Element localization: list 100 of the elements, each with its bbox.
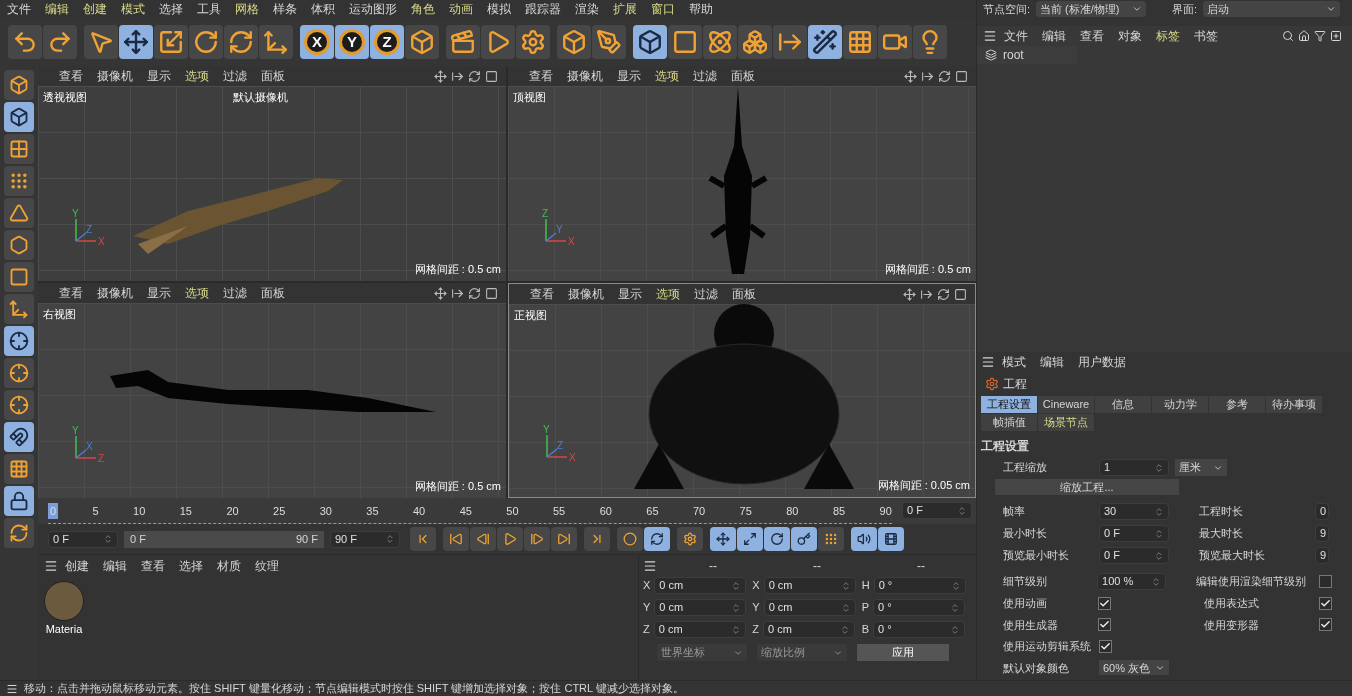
filter-icon[interactable] [1314, 30, 1326, 42]
number-field[interactable]: 0 F [1099, 547, 1169, 564]
axis-button[interactable] [259, 25, 293, 59]
menu-item[interactable]: 创建 [76, 0, 114, 18]
next-frame-button[interactable] [524, 527, 550, 551]
film-button[interactable] [878, 527, 904, 551]
tab[interactable]: 参考 [1209, 396, 1265, 413]
number-field[interactable]: 30 [1099, 503, 1169, 520]
checkbox[interactable] [1319, 596, 1332, 610]
menu-item[interactable]: 选项 [178, 67, 216, 85]
plane-sync-button[interactable] [4, 518, 34, 548]
tab[interactable]: 动力学 [1152, 396, 1208, 413]
clapperboard-button[interactable] [446, 25, 480, 59]
menu-item[interactable]: 创建 [58, 557, 96, 575]
atom-array-button[interactable] [703, 25, 737, 59]
coordinate-field[interactable]: 0 ° [873, 621, 966, 638]
menu-item[interactable]: 摄像机 [561, 285, 611, 303]
home-icon[interactable] [1298, 30, 1310, 42]
menu-item[interactable]: 过滤 [687, 285, 725, 303]
snap-button[interactable] [4, 390, 34, 420]
coordinate-field[interactable]: 0 cm [654, 577, 747, 594]
menu-icon[interactable] [6, 682, 18, 695]
tab[interactable]: Cineware [1038, 396, 1094, 413]
menu-item[interactable]: 文件 [0, 0, 38, 18]
keyframe-settings-button[interactable] [677, 527, 703, 551]
menu-item[interactable]: 运动图形 [342, 0, 404, 18]
axis-lock-button[interactable]: Z [370, 25, 404, 59]
menu-item[interactable]: 对象 [1111, 27, 1149, 45]
checkbox[interactable] [1098, 618, 1112, 632]
number-field[interactable]: 0 [1315, 503, 1329, 520]
checkbox[interactable] [1319, 575, 1332, 588]
menu-item[interactable]: 编辑 [1035, 27, 1073, 45]
menu-item[interactable]: 选择 [172, 557, 210, 575]
model-mode-button[interactable] [4, 102, 34, 132]
coordinate-field[interactable]: 0 cm [763, 577, 856, 594]
next-key-button[interactable] [551, 527, 577, 551]
object-row[interactable]: root [977, 46, 1077, 64]
maximize-view-icon[interactable] [954, 287, 967, 301]
light-bulb-button[interactable] [913, 25, 947, 59]
workplane-button[interactable] [4, 454, 34, 484]
menu-item[interactable]: 摄像机 [90, 67, 140, 85]
bracket-arrow-button[interactable] [773, 25, 807, 59]
menu-item[interactable]: 角色 [404, 0, 442, 18]
menu-item[interactable]: 材质 [210, 557, 248, 575]
menu-item[interactable]: 选择 [152, 0, 190, 18]
color-dropdown[interactable]: 60% 灰色 [1099, 660, 1169, 676]
maximize-view-icon[interactable] [955, 69, 968, 83]
pan-icon[interactable] [903, 287, 916, 301]
coordinate-mode-dropdown[interactable]: 世界坐标 [657, 644, 747, 661]
checkbox[interactable] [1098, 596, 1112, 610]
orbit-icon[interactable] [468, 69, 481, 83]
pan-icon[interactable] [904, 69, 917, 83]
menu-item[interactable]: 网格 [228, 0, 266, 18]
tab[interactable]: 帧插值 [981, 414, 1037, 431]
menu-item[interactable]: 选项 [649, 285, 687, 303]
key-rotate-button[interactable] [764, 527, 790, 551]
number-field[interactable]: 100 % [1097, 573, 1166, 590]
orbit-icon[interactable] [938, 69, 951, 83]
unit-dropdown[interactable]: 厘米 [1175, 459, 1227, 476]
coordinate-field[interactable]: 0 cm [763, 621, 856, 638]
menu-item[interactable]: 面板 [725, 285, 763, 303]
key-points-button[interactable] [818, 527, 844, 551]
menu-item[interactable]: 显示 [140, 67, 178, 85]
render-button[interactable] [481, 25, 515, 59]
new-window-icon[interactable] [1330, 30, 1342, 42]
menu-item[interactable]: 过滤 [216, 284, 254, 302]
uv-mode-button[interactable] [4, 262, 34, 292]
edges-mode-button[interactable] [4, 198, 34, 228]
tab[interactable]: 待办事项 [1266, 396, 1322, 413]
camera-button[interactable] [878, 25, 912, 59]
menu-item[interactable]: 过滤 [686, 67, 724, 85]
scale-button[interactable] [154, 25, 188, 59]
tab[interactable]: 信息 [1095, 396, 1151, 413]
axis-button[interactable] [4, 294, 34, 324]
tab[interactable]: 工程设置 [981, 396, 1037, 413]
dolly-icon[interactable] [451, 286, 464, 300]
menu-item[interactable]: 摄像机 [90, 284, 140, 302]
snap-button[interactable] [4, 326, 34, 356]
menu-item[interactable]: 编辑 [96, 557, 134, 575]
menu-item[interactable]: 标签 [1149, 27, 1187, 45]
magnet-button[interactable] [4, 422, 34, 452]
menu-icon[interactable] [981, 355, 995, 369]
menu-item[interactable]: 查看 [52, 284, 90, 302]
menu-item[interactable]: 面板 [254, 284, 292, 302]
first-frame-button[interactable] [410, 527, 436, 551]
menu-item[interactable]: 模拟 [480, 0, 518, 18]
menu-icon[interactable] [643, 559, 657, 573]
menu-item[interactable]: 查看 [52, 67, 90, 85]
polygons-mode-button[interactable] [4, 230, 34, 260]
snap-button[interactable] [4, 358, 34, 388]
pen-button[interactable] [592, 25, 626, 59]
maximize-view-icon[interactable] [485, 69, 498, 83]
search-icon[interactable] [1282, 30, 1294, 42]
dolly-icon[interactable] [451, 69, 464, 83]
coordinate-field[interactable]: 0 cm [653, 621, 746, 638]
record-button[interactable] [617, 527, 643, 551]
preview-range-slider[interactable]: 0 F 90 F [124, 530, 324, 548]
menu-item[interactable]: 文件 [997, 27, 1035, 45]
points-mode-button[interactable] [4, 166, 34, 196]
floor-grid-button[interactable] [843, 25, 877, 59]
